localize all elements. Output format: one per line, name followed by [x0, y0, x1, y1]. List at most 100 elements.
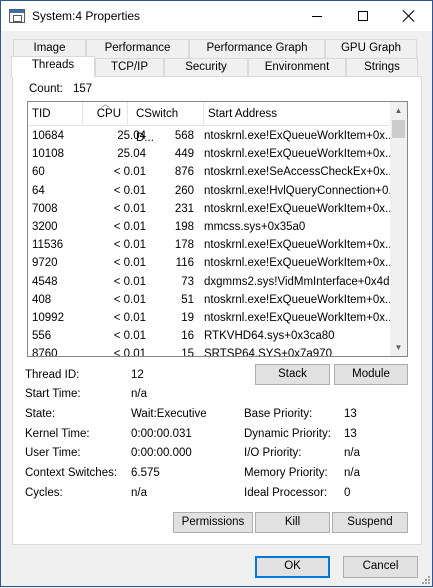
io-priority-value: n/a	[344, 447, 360, 459]
kernel-time-value: 0:00:00.031	[131, 428, 192, 440]
table-row[interactable]: 7008 < 0.01 231 ntoskrnl.exe!ExQueueWorkIte…	[28, 200, 390, 218]
cell-cswitch-delta: 568	[174, 130, 194, 142]
cell-tid: 10108	[32, 148, 64, 161]
cell-cpu: < 0.01	[113, 257, 146, 270]
base-priority-value: 13	[344, 408, 357, 420]
cell-cpu: 25.04	[117, 148, 146, 161]
cell-start-address: ntoskrnl.exe!ExQueueWorkItem+0x...	[204, 293, 390, 306]
state-value: Wait:Executive	[131, 408, 207, 420]
cancel-button[interactable]: Cancel	[343, 556, 418, 578]
cell-cpu: 25.04	[117, 130, 146, 142]
cell-cpu: < 0.01	[113, 220, 146, 233]
ideal-processor-value: 0	[344, 487, 351, 499]
table-row[interactable]: 408 < 0.01 51 ntoskrnl.exe!ExQueueWorkItem+…	[28, 291, 390, 309]
list-rows: 10684 25.04 568 ntoskrnl.exe!ExQueueWorkIte…	[28, 127, 390, 357]
cell-tid: 10992	[32, 311, 64, 324]
thread-id-label: Thread ID:	[25, 369, 80, 381]
cell-cpu: < 0.01	[113, 293, 146, 306]
table-row[interactable]: 10992 < 0.01 19 ntoskrnl.exe!ExQueueWorkIte…	[28, 309, 390, 327]
memory-priority-label: Memory Priority:	[244, 467, 328, 479]
context-switches-value: 6.575	[131, 467, 160, 479]
list-header: TID CPU ︿ CSwitch D... Start Address	[28, 102, 390, 144]
cell-tid: 3200	[32, 220, 58, 233]
table-row[interactable]: 10684 25.04 568 ntoskrnl.exe!ExQueueWorkIte…	[28, 127, 390, 145]
count-label: Count:	[29, 83, 63, 95]
table-row[interactable]: 60 < 0.01 876 ntoskrnl.exe!SeAccessCheckEx+…	[28, 163, 390, 181]
table-row[interactable]: 3200 < 0.01 198 mmcss.sys+0x35a0	[28, 218, 390, 236]
context-switches-label: Context Switches:	[25, 467, 118, 479]
cell-cswitch-delta: 51	[181, 293, 194, 306]
resize-grip-icon[interactable]	[420, 574, 432, 586]
dynamic-priority-label: Dynamic Priority:	[244, 428, 331, 440]
cell-cpu: < 0.01	[113, 184, 146, 197]
threads-list[interactable]: TID CPU ︿ CSwitch D... Start Address 106…	[27, 101, 408, 357]
cell-cswitch-delta: 231	[174, 202, 194, 215]
cell-cpu: < 0.01	[113, 275, 146, 288]
cell-cswitch-delta: 198	[174, 220, 194, 233]
cell-cswitch-delta: 16	[181, 330, 194, 343]
suspend-button[interactable]: Suspend	[332, 512, 408, 533]
table-row[interactable]: 64 < 0.01 260 ntoskrnl.exe!HvlQueryConnecti…	[28, 182, 390, 200]
cell-cswitch-delta: 260	[174, 184, 194, 197]
start-time-label: Start Time:	[25, 388, 81, 400]
cell-cswitch-delta: 449	[174, 148, 194, 161]
io-priority-label: I/O Priority:	[244, 447, 302, 459]
kernel-time-label: Kernel Time:	[25, 428, 90, 440]
cell-cpu: < 0.01	[113, 239, 146, 252]
cycles-label: Cycles:	[25, 487, 63, 499]
module-button[interactable]: Module	[334, 364, 408, 385]
table-row[interactable]: 11536 < 0.01 178 ntoskrnl.exe!ExQueueWorkIt…	[28, 236, 390, 254]
user-time-label: User Time:	[25, 447, 81, 459]
kill-button[interactable]: Kill	[255, 512, 330, 533]
table-row[interactable]: 556 < 0.01 16 RTKVHD64.sys+0x3ca80	[28, 327, 390, 345]
column-tid[interactable]: TID	[28, 102, 83, 126]
cell-tid: 10684	[32, 130, 64, 142]
cell-start-address: mmcss.sys+0x35a0	[204, 220, 306, 233]
cell-tid: 7008	[32, 202, 58, 215]
count-value: 157	[73, 83, 93, 95]
cell-start-address: SRTSP64.SYS+0x7a970	[204, 348, 332, 357]
vertical-scrollbar[interactable]: ▲ ▼	[390, 102, 407, 356]
stack-button[interactable]: Stack	[255, 364, 330, 385]
table-row[interactable]: 10108 25.04 449 ntoskrnl.exe!ExQueueWorkIte…	[28, 145, 390, 163]
column-start-address[interactable]: Start Address	[204, 102, 390, 126]
cell-start-address: ntoskrnl.exe!ExQueueWorkItem+0x...	[204, 130, 390, 142]
ok-button[interactable]: OK	[255, 556, 330, 578]
table-row[interactable]: 4548 < 0.01 73 dxgmms2.sys!VidMmInterface+0…	[28, 273, 390, 291]
cell-cpu: < 0.01	[113, 202, 146, 215]
cell-start-address: RTKVHD64.sys+0x3ca80	[204, 330, 335, 343]
cell-cpu: < 0.01	[113, 166, 146, 179]
cell-cswitch-delta: 876	[174, 166, 194, 179]
cell-tid: 9720	[32, 257, 58, 270]
table-row[interactable]: 8760 < 0.01 15 SRTSP64.SYS+0x7a970	[28, 345, 390, 357]
cell-start-address: ntoskrnl.exe!ExQueueWorkItem+0x...	[204, 148, 390, 161]
memory-priority-value: n/a	[344, 467, 360, 479]
cell-cswitch-delta: 116	[175, 257, 194, 270]
cell-tid: 408	[32, 293, 52, 306]
start-time-value: n/a	[131, 388, 147, 400]
scroll-up-icon[interactable]: ▲	[390, 102, 407, 119]
state-label: State:	[25, 408, 56, 420]
cell-tid: 556	[32, 330, 52, 343]
permissions-button[interactable]: Permissions	[173, 512, 253, 533]
base-priority-label: Base Priority:	[244, 408, 313, 420]
cell-start-address: ntoskrnl.exe!ExQueueWorkItem+0x...	[204, 311, 390, 324]
cell-cswitch-delta: 178	[174, 239, 194, 252]
scroll-thumb[interactable]	[392, 120, 405, 138]
cell-start-address: dxgmms2.sys!VidMmInterface+0x4d...	[204, 275, 390, 288]
ideal-processor-label: Ideal Processor:	[244, 487, 328, 499]
cell-cpu: < 0.01	[113, 348, 146, 357]
scroll-down-icon[interactable]: ▼	[390, 339, 407, 356]
cell-tid: 11536	[32, 239, 64, 252]
properties-window: System:4 Properties Image Performance Pe…	[0, 0, 433, 587]
cell-start-address: ntoskrnl.exe!HvlQueryConnection+0...	[204, 184, 390, 197]
cell-cpu: < 0.01	[113, 330, 146, 343]
table-row[interactable]: 9720 < 0.01 116 ntoskrnl.exe!ExQueueWorkIte…	[28, 254, 390, 272]
cell-tid: 60	[32, 166, 45, 179]
cell-start-address: ntoskrnl.exe!SeAccessCheckEx+0x...	[204, 166, 390, 179]
column-cswitch[interactable]: CSwitch D...	[128, 102, 204, 144]
cell-tid: 64	[32, 184, 45, 197]
cell-tid: 4548	[32, 275, 58, 288]
cell-cpu: < 0.01	[113, 311, 146, 324]
cell-start-address: ntoskrnl.exe!ExQueueWorkItem+0x...	[204, 202, 390, 215]
